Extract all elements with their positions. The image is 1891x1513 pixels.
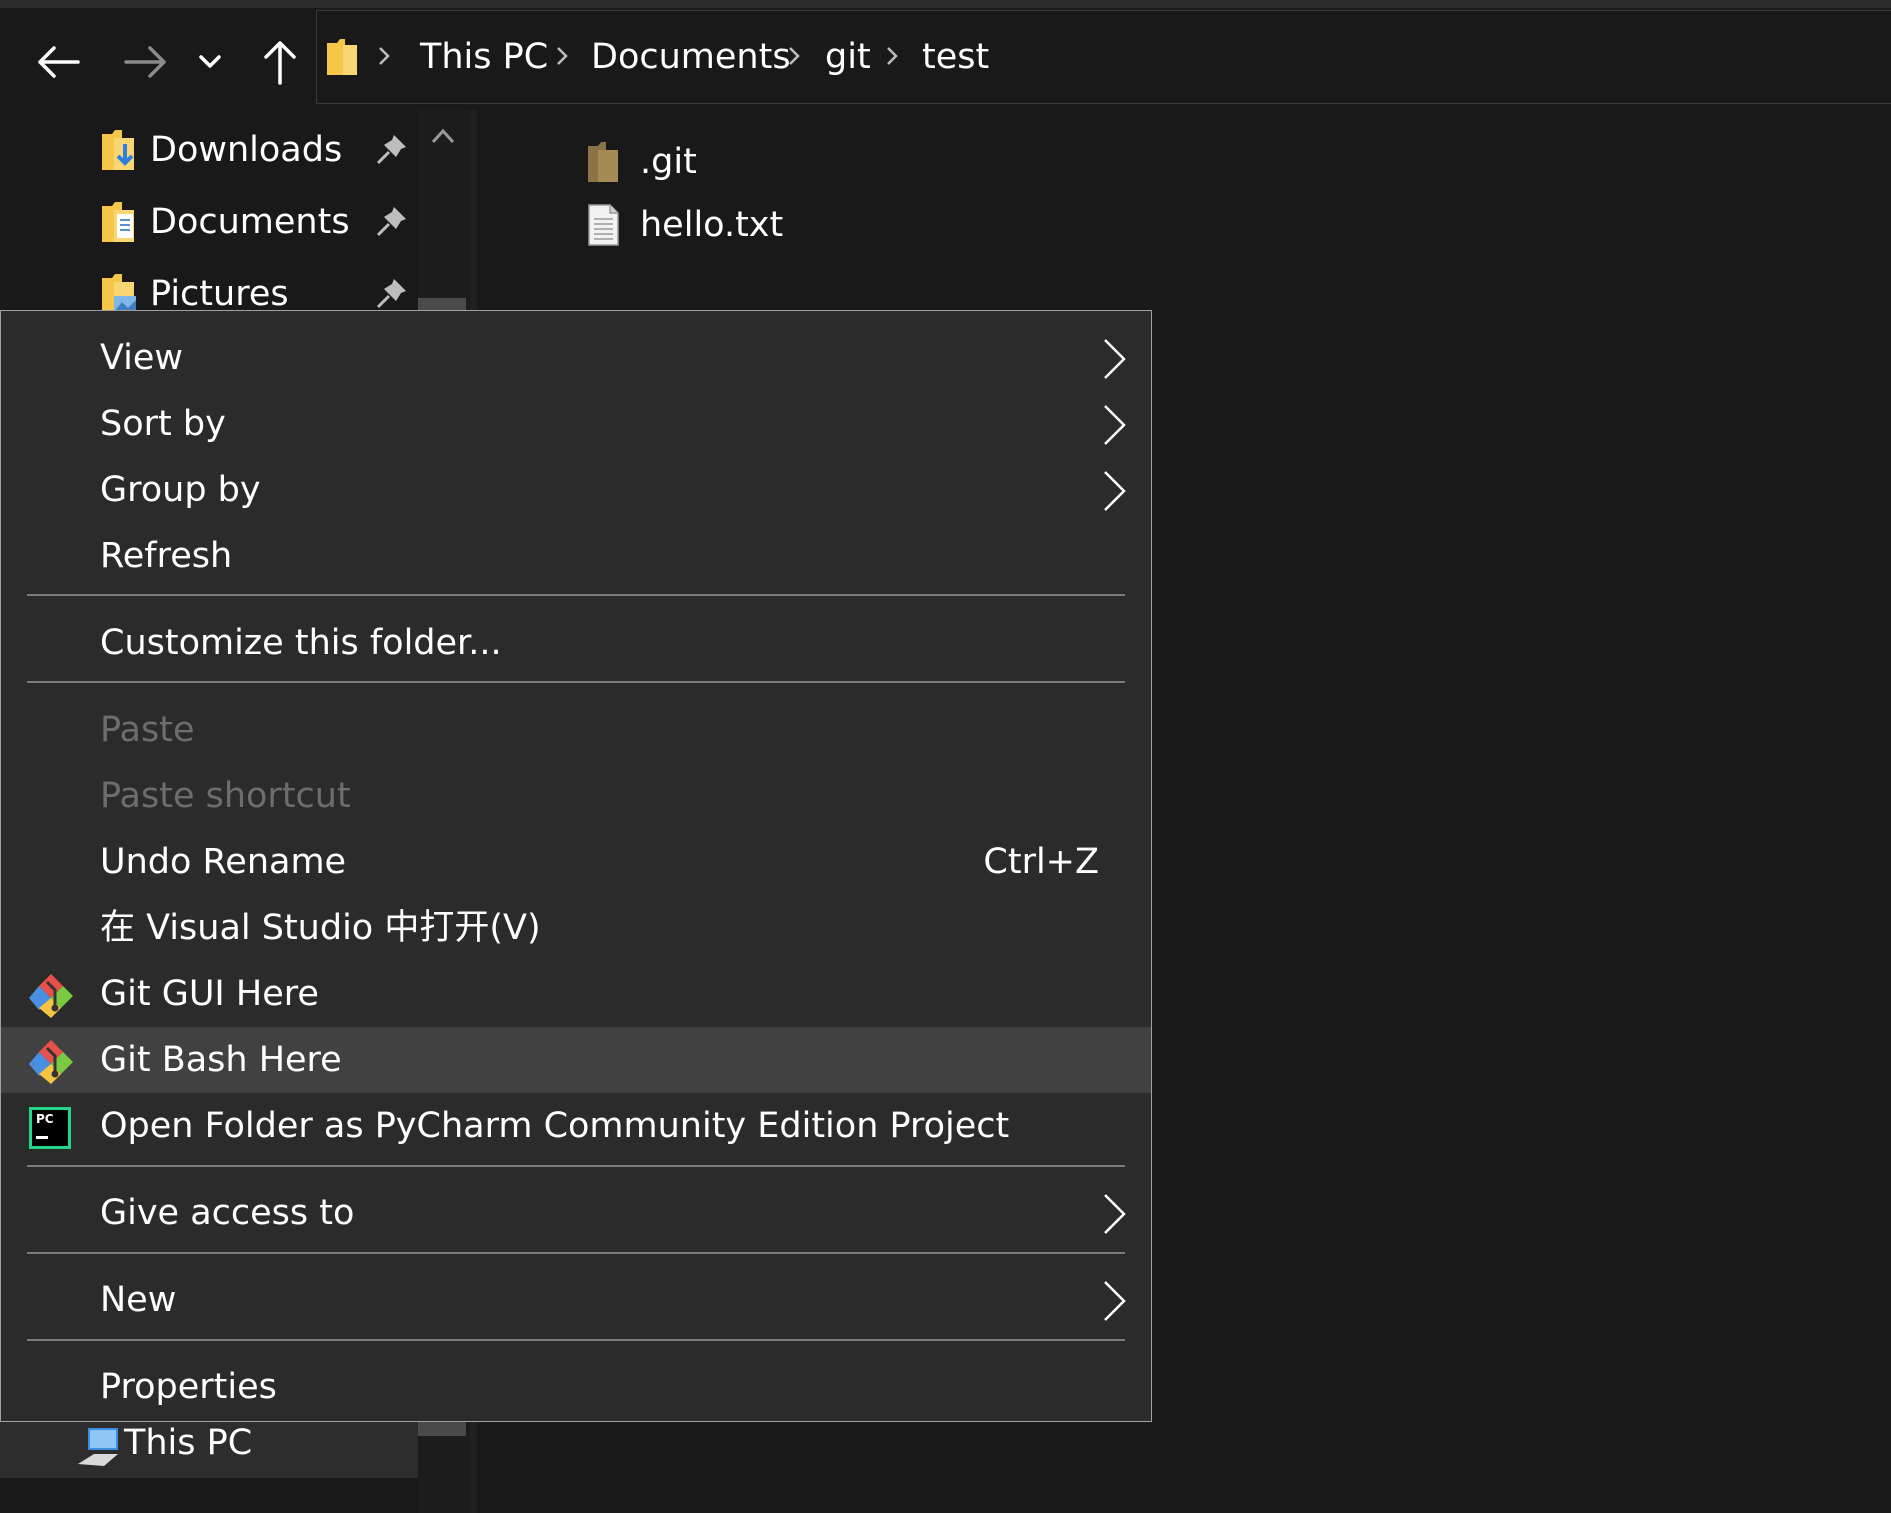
menu-separator	[27, 594, 1125, 596]
menu-item-paste-shortcut: Paste shortcut	[1, 763, 1151, 829]
text-file-icon	[588, 204, 619, 246]
menu-item-label: View	[100, 338, 184, 378]
menu-item-view[interactable]: View	[1, 325, 1151, 391]
downloads-folder-icon	[102, 130, 134, 170]
chevron-right-icon	[375, 41, 393, 71]
chevron-down-icon	[199, 55, 221, 68]
computer-icon	[78, 1428, 118, 1466]
menu-item-new[interactable]: New	[1, 1267, 1151, 1333]
back-button[interactable]	[30, 34, 86, 90]
menu-item-label: New	[100, 1280, 177, 1320]
breadcrumb-this-pc[interactable]: This PC	[420, 35, 548, 79]
pin-icon[interactable]	[374, 131, 410, 167]
chevron-right-icon	[785, 41, 803, 71]
recent-locations-button[interactable]	[190, 34, 230, 90]
chevron-right-icon	[1104, 1194, 1126, 1234]
context-menu: View Sort by Group by Refresh Customize …	[0, 310, 1152, 1422]
menu-item-git-bash-here[interactable]: Git Bash Here	[1, 1027, 1151, 1093]
menu-item-label: Git GUI Here	[100, 974, 319, 1014]
pin-icon[interactable]	[374, 275, 410, 311]
menu-item-refresh[interactable]: Refresh	[1, 523, 1151, 589]
up-arrow-icon	[264, 41, 296, 85]
scrollbar-thumb[interactable]	[418, 298, 466, 310]
menu-item-label: Git Bash Here	[100, 1040, 342, 1080]
menu-separator	[27, 1252, 1125, 1254]
breadcrumb-git[interactable]: git	[825, 35, 871, 79]
folder-icon	[327, 39, 357, 75]
pycharm-icon: PC	[29, 1107, 71, 1149]
menu-item-label: Properties	[100, 1367, 277, 1407]
title-bar-edge	[0, 0, 1891, 8]
menu-item-label: Group by	[100, 470, 261, 510]
pycharm-icon-inner: PC	[32, 1110, 68, 1146]
pycharm-badge-underline	[36, 1136, 48, 1139]
chevron-right-icon	[1104, 339, 1126, 379]
chevron-right-icon	[883, 41, 901, 71]
back-arrow-icon	[38, 46, 80, 78]
documents-folder-icon	[102, 202, 134, 242]
menu-item-git-gui-here[interactable]: Git GUI Here	[1, 961, 1151, 1027]
menu-separator	[27, 681, 1125, 683]
address-bar[interactable]: This PC Documents git test	[316, 10, 1891, 104]
chevron-right-icon	[1104, 405, 1126, 445]
menu-item-label: Refresh	[100, 536, 233, 576]
nav-item-label: This PC	[124, 1423, 253, 1463]
menu-item-label: Customize this folder...	[100, 623, 502, 663]
pycharm-badge-text: PC	[36, 1112, 54, 1126]
chevron-right-icon	[553, 41, 571, 71]
file-name: hello.txt	[640, 205, 784, 245]
breadcrumb-documents[interactable]: Documents	[591, 35, 791, 79]
nav-item-label: Documents	[150, 202, 350, 242]
menu-item-label: Paste	[100, 710, 195, 750]
menu-item-label: Open Folder as PyCharm Community Edition…	[100, 1106, 1010, 1146]
file-name: .git	[640, 142, 697, 182]
breadcrumb-test[interactable]: test	[922, 35, 989, 79]
file-item-git[interactable]: .git	[586, 134, 697, 190]
menu-separator	[27, 1165, 1125, 1167]
menu-separator	[27, 1339, 1125, 1341]
menu-item-properties[interactable]: Properties	[1, 1354, 1151, 1420]
menu-item-open-pycharm-project[interactable]: PC Open Folder as PyCharm Community Edit…	[1, 1093, 1151, 1159]
menu-item-label: Paste shortcut	[100, 776, 351, 816]
file-item-hello-txt[interactable]: hello.txt	[586, 197, 783, 253]
scroll-up-icon[interactable]	[428, 124, 458, 148]
git-logo-icon	[29, 974, 73, 1018]
nav-item-label: Pictures	[150, 274, 289, 314]
menu-item-label: Undo Rename	[100, 842, 347, 882]
git-logo-icon	[29, 1040, 73, 1084]
menu-item-open-in-visual-studio[interactable]: 在 Visual Studio 中打开(V)	[1, 895, 1151, 961]
nav-item-downloads[interactable]: Downloads	[100, 115, 342, 185]
menu-item-undo-rename[interactable]: Undo Rename Ctrl+Z	[1, 829, 1151, 895]
menu-item-label: Give access to	[100, 1193, 355, 1233]
forward-button[interactable]	[118, 34, 174, 90]
chevron-right-icon	[1104, 1281, 1126, 1321]
nav-item-this-pc[interactable]: This PC	[0, 1420, 418, 1478]
menu-item-label: Sort by	[100, 404, 226, 444]
menu-item-customize-folder[interactable]: Customize this folder...	[1, 610, 1151, 676]
forward-arrow-icon	[124, 46, 166, 78]
menu-item-group-by[interactable]: Group by	[1, 457, 1151, 523]
up-button[interactable]	[252, 34, 308, 90]
menu-item-label: 在 Visual Studio 中打开(V)	[100, 908, 541, 948]
chevron-right-icon	[1104, 471, 1126, 511]
nav-item-documents[interactable]: Documents	[100, 187, 350, 257]
menu-item-give-access-to[interactable]: Give access to	[1, 1180, 1151, 1246]
pin-icon[interactable]	[374, 203, 410, 239]
keyboard-shortcut: Ctrl+Z	[983, 842, 1099, 882]
nav-item-label: Downloads	[150, 130, 343, 170]
folder-icon	[588, 142, 618, 182]
menu-item-paste: Paste	[1, 697, 1151, 763]
navigation-bar: This PC Documents git test	[0, 0, 1891, 110]
menu-item-sort-by[interactable]: Sort by	[1, 391, 1151, 457]
